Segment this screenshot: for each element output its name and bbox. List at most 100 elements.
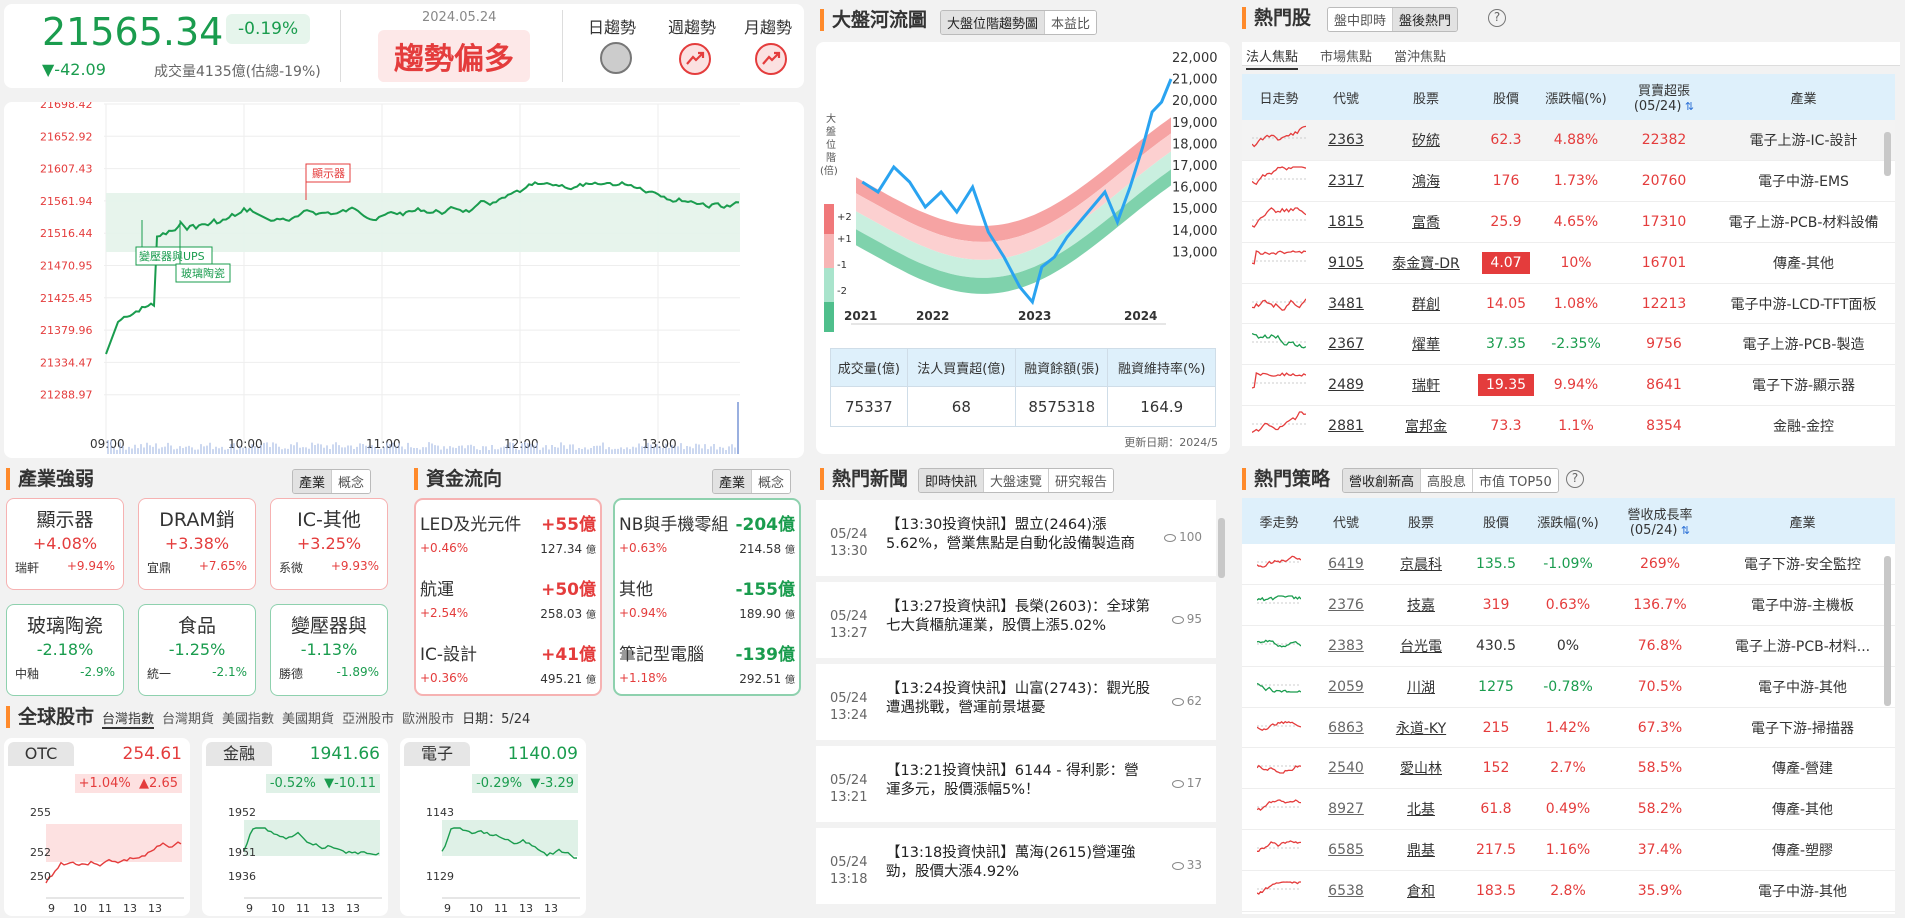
news-text[interactable]: 【13:27投資快訊】長榮(2603)：全球第七大貨櫃航運業，股價上漲5.02% [886,598,1152,636]
table-row[interactable]: 2489 瑞軒 19.35 9.94% 8641 電子下游-顯示器 [1242,364,1895,407]
tab-river-pe[interactable]: 本益比 [1044,11,1097,34]
tab-top50[interactable]: 市值 TOP50 [1472,469,1558,492]
tab-flow-concept[interactable]: 概念 [751,470,791,493]
tab-tw-index[interactable]: 台灣指數 [102,708,155,729]
strategy-scrollbar[interactable] [1884,556,1891,706]
stock-code[interactable]: 6863 [1316,707,1376,749]
tab-news-flash[interactable]: 即時快訊 [919,469,984,492]
tab-asia[interactable]: 亞洲股市 [342,708,394,729]
table-row[interactable]: 2317 鴻海 176 1.73% 20760 電子中游-EMS [1242,160,1895,203]
stock-code[interactable]: 9105 [1316,242,1376,284]
stock-name[interactable]: 富喬 [1376,201,1476,243]
news-text[interactable]: 【13:21投資快訊】6144 - 得利影：營運多元，股價漲幅5%！ [886,762,1152,800]
stock-name[interactable]: 愛山林 [1376,747,1466,790]
tab-high-dividend[interactable]: 高股息 [1420,469,1473,492]
stock-name[interactable]: 倉和 [1376,870,1466,912]
table-row[interactable]: 2540 愛山林 152 2.7% 58.5% 傳產-營建 [1242,747,1895,790]
news-text[interactable]: 【13:18投資快訊】萬海(2615)營運強勁，股價大漲4.92% [886,844,1152,882]
trend-week-icon[interactable] [678,42,712,76]
news-item[interactable]: 05/24 13:24 【13:24投資快訊】山富(2743)：觀光股遭遇挑戰，營運… [816,664,1216,740]
trend-month-icon[interactable] [754,42,788,76]
tab-hot-realtime[interactable]: 盤中即時 [1328,8,1393,31]
help-icon[interactable]: ? [1488,9,1506,27]
news-item[interactable]: 05/24 13:27 【13:27投資快訊】長榮(2603)：全球第七大貨櫃航運業… [816,582,1216,658]
stock-name[interactable]: 台光電 [1376,625,1466,667]
news-item[interactable]: 05/24 13:30 【13:30投資快訊】盟立(2464)漲5.62%，營業焦點… [816,500,1216,576]
tab-flow-industry[interactable]: 產業 [713,470,752,493]
table-row[interactable]: 9105 泰金寶-DR 4.07 10% 16701 傳產-其他 [1242,242,1895,284]
stock-code[interactable]: 6419 [1316,544,1376,586]
table-row[interactable]: 6863 永道-KY 215 1.42% 67.3% 電子下游-掃描器 [1242,707,1895,749]
strategy-help-icon[interactable]: ? [1566,470,1584,488]
stock-code[interactable]: 3481 [1316,283,1376,325]
stock-name[interactable]: 川湖 [1376,666,1466,708]
tab-tw-futures[interactable]: 台灣期貨 [162,708,214,729]
stock-code[interactable]: 2489 [1316,364,1376,407]
news-text[interactable]: 【13:30投資快訊】盟立(2464)漲5.62%，營業焦點是自動化設備製造商 [886,516,1152,554]
table-row[interactable]: 2363 矽統 62.3 4.88% 22382 電子上游-IC-設計 [1242,120,1895,162]
market-card[interactable]: OTC 254.61 +1.04% ▲2.65 255 252 250 9 10 11 13 13 [4,738,190,916]
stock-code[interactable]: 2363 [1316,120,1376,162]
tab-river-trend[interactable]: 大盤位階趨勢圖 [941,11,1045,34]
table-row[interactable]: 3481 群創 14.05 1.08% 12213 電子中游-LCD-TFT面板 [1242,283,1895,325]
tab-revenue-high[interactable]: 營收創新高 [1343,469,1421,492]
stock-code[interactable]: 2059 [1316,666,1376,708]
flow-item[interactable]: 其他 -155億 +0.94% 189.90 億 [619,575,795,633]
flow-item[interactable]: IC-設計 +41億 +0.36% 495.21 億 [420,640,596,698]
flow-item[interactable]: NB與手機零組 -204億 +0.63% 214.58 億 [619,510,795,568]
market-card[interactable]: 金融 1941.66 -0.52% ▼-10.11 1952 1951 1936 9 10 11… [202,738,388,916]
table-row[interactable]: 2059 川湖 1275 -0.78% 70.5% 電子中游-其他 [1242,666,1895,708]
sort-icon[interactable]: ⇅ [1677,524,1690,537]
table-row[interactable]: 6585 鼎基 217.5 1.16% 37.4% 傳產-塑膠 [1242,829,1895,871]
stock-name[interactable]: 燿華 [1376,323,1476,366]
industry-tile[interactable]: 顯示器 +4.08% 瑞軒 +9.94% [6,498,124,590]
tab-concept[interactable]: 概念 [331,470,371,493]
table-row[interactable]: 6419 京晨科 135.5 -1.09% 269% 電子下游-安全監控 [1242,544,1895,586]
stock-code[interactable]: 2881 [1316,405,1376,446]
table-row[interactable]: 2367 燿華 37.35 -2.35% 9756 電子上游-PCB-製造 [1242,323,1895,366]
stock-code[interactable]: 2317 [1316,160,1376,203]
tab-news-market[interactable]: 大盤速覽 [983,469,1049,492]
stock-name[interactable]: 技嘉 [1376,584,1466,627]
table-row[interactable]: 2383 台光電 430.5 0% 76.8% 電子上游-PCB-材料... [1242,625,1895,667]
sort-header-rate[interactable]: 營收成長率(05/24) ⇅ [1610,498,1710,544]
table-row[interactable]: 2881 富邦金 73.3 1.1% 8354 金融-金控 [1242,405,1895,446]
industry-tile[interactable]: 玻璃陶瓷 -2.18% 中釉 -2.9% [6,604,124,696]
stock-code[interactable]: 2367 [1316,323,1376,366]
stock-code[interactable]: 2540 [1316,747,1376,790]
tab-us-index[interactable]: 美國指數 [222,708,274,729]
table-row[interactable]: 8927 北基 61.8 0.49% 58.2% 傳產-其他 [1242,788,1895,831]
sort-icon[interactable]: ⇅ [1681,100,1694,113]
flow-item[interactable]: 航運 +50億 +2.54% 258.03 億 [420,575,596,633]
industry-tile[interactable]: 變壓器與 -1.13% 勝德 -1.89% [270,604,388,696]
market-card[interactable]: 電子 1140.09 -0.29% ▼-3.29 1143 1129 9 10 11 13 13 [400,738,586,916]
flow-item[interactable]: 筆記型電腦 -139億 +1.18% 292.51 億 [619,640,795,698]
table-row[interactable]: 1815 富喬 25.9 4.65% 17310 電子上游-PCB-材料設備 [1242,201,1895,243]
tab-industry[interactable]: 產業 [293,470,332,493]
news-item[interactable]: 05/24 13:21 【13:21投資快訊】6144 - 得利影：營運多元，股價漲… [816,746,1216,822]
hot-scrollbar[interactable] [1884,132,1891,176]
industry-tile[interactable]: 食品 -1.25% 統一 -2.1% [138,604,256,696]
tab-us-futures[interactable]: 美國期貨 [282,708,334,729]
trend-day-icon[interactable] [600,42,632,74]
tab-europe[interactable]: 歐洲股市 [402,708,454,729]
stock-code[interactable]: 1815 [1316,201,1376,243]
stock-name[interactable]: 矽統 [1376,120,1476,162]
stock-name[interactable]: 泰金寶-DR [1376,242,1476,284]
stock-name[interactable]: 永道-KY [1376,707,1466,749]
news-item[interactable]: 05/24 13:18 【13:18投資快訊】萬海(2615)營運強勁，股價大漲4.… [816,828,1216,904]
table-row[interactable]: 2376 技嘉 319 0.63% 136.7% 電子中游-主機板 [1242,584,1895,627]
stock-name[interactable]: 瑞軒 [1376,364,1476,407]
stock-code[interactable]: 6585 [1316,829,1376,871]
stock-name[interactable]: 富邦金 [1376,405,1476,446]
subtab-daytrade[interactable]: 當沖焦點 [1394,46,1446,65]
subtab-inst[interactable]: 法人焦點 [1246,46,1299,70]
flow-item[interactable]: LED及光元件 +55億 +0.46% 127.34 億 [420,510,596,568]
subtab-market[interactable]: 市場焦點 [1320,46,1372,65]
stock-code[interactable]: 2376 [1316,584,1376,627]
stock-code[interactable]: 2383 [1316,625,1376,667]
stock-name[interactable]: 群創 [1376,283,1476,325]
stock-code[interactable]: 6538 [1316,870,1376,912]
stock-name[interactable]: 京晨科 [1376,544,1466,586]
stock-code[interactable]: 8927 [1316,788,1376,831]
